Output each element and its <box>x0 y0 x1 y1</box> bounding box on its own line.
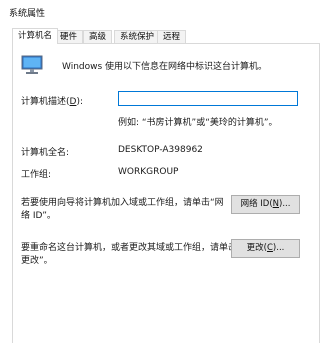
rename-text-line2: 更改”。 <box>21 256 53 266</box>
tab-system-protection[interactable]: 系统保护 <box>114 30 161 44</box>
computer-icon <box>21 55 43 74</box>
tab-remote[interactable]: 远程 <box>157 30 187 44</box>
workgroup-value: WORKGROUP <box>118 167 179 177</box>
description-example: 例如: “书房计算机”或“美玲的计算机”。 <box>118 118 278 128</box>
tab-hardware[interactable]: 硬件 <box>54 30 84 44</box>
tab-advanced[interactable]: 高级 <box>83 30 113 44</box>
window-title: 系统属性 <box>9 9 46 19</box>
network-id-button[interactable]: 网络 ID(N)... <box>231 195 300 214</box>
intro-text: Windows 使用以下信息在网络中标识这台计算机。 <box>62 62 268 72</box>
workgroup-label: 工作组: <box>21 170 52 180</box>
title-bar: 系统属性 <box>0 0 330 25</box>
tab-computer-name[interactable]: 计算机名 <box>12 28 59 44</box>
tab-panel <box>12 43 320 343</box>
change-button[interactable]: 更改(C)... <box>231 239 300 258</box>
full-name-value: DESKTOP-A398962 <box>118 145 203 155</box>
network-id-text-line2: 络 ID”。 <box>21 211 56 221</box>
description-input[interactable] <box>118 91 298 106</box>
network-id-text-line1: 若要使用向导将计算机加入域或工作组，请单击“网 <box>21 198 224 208</box>
description-label: 计算机描述(D): <box>21 97 83 107</box>
rename-text-line1: 要重命名这台计算机，或者更改其域或工作组，请单击“ <box>21 243 242 253</box>
full-name-label: 计算机全名: <box>21 148 70 158</box>
